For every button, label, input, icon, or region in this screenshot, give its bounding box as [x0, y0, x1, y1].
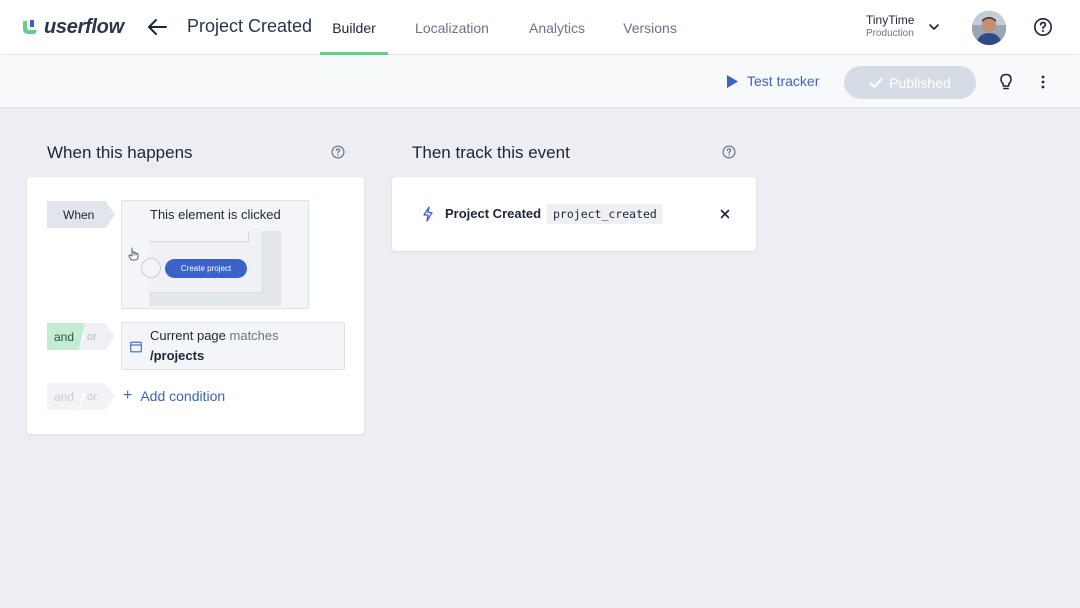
lightbulb-icon	[1000, 73, 1012, 90]
preview-create-project-button: Create project	[165, 259, 247, 278]
toolbar: Test tracker Published	[0, 55, 1080, 108]
remove-event-button[interactable]	[719, 207, 731, 219]
preview-strip	[149, 231, 249, 242]
top-bar: userflow Project Created Builder Localiz…	[0, 0, 1080, 55]
workspace-name: TinyTime	[866, 13, 915, 27]
condition-connector: or and	[47, 323, 115, 350]
event-section-title: Then track this event	[412, 143, 570, 162]
question-circle-icon	[1034, 18, 1052, 36]
lightning-bolt-icon	[422, 206, 434, 222]
tab-analytics[interactable]: Analytics	[520, 0, 594, 55]
condition-operator: matches	[229, 328, 279, 343]
add-condition-connector: or and	[47, 383, 115, 410]
play-icon	[727, 74, 738, 88]
published-label: Published	[889, 74, 951, 91]
condition-value: /projects	[150, 348, 205, 363]
tab-versions[interactable]: Versions	[616, 0, 684, 55]
preview-circle	[141, 258, 161, 278]
help-button[interactable]	[1033, 17, 1053, 37]
tips-button[interactable]	[998, 73, 1014, 91]
more-options-button[interactable]	[1037, 74, 1049, 90]
condition-description: Current page matches	[150, 328, 279, 343]
question-circle-icon	[722, 145, 736, 159]
question-circle-icon	[331, 145, 345, 159]
page-title: Project Created	[187, 16, 313, 36]
arrow-left-icon	[148, 19, 167, 35]
event-code: project_created	[547, 204, 663, 224]
element-preview: Create project	[128, 231, 281, 306]
pointer-hand-icon	[128, 247, 140, 261]
trigger-help-button[interactable]	[331, 145, 345, 159]
connector-and-option[interactable]: and	[47, 323, 85, 350]
trigger-section-title: When this happens	[47, 143, 193, 162]
browser-window-icon	[130, 340, 142, 353]
condition-current-page[interactable]: Current page matches /projects	[121, 322, 345, 370]
workspace-dropdown-button[interactable]	[928, 20, 940, 32]
add-connector-or-option: or	[79, 383, 115, 410]
userflow-logo[interactable]: userflow	[20, 15, 124, 39]
workspace-switcher[interactable]: TinyTime Production	[866, 14, 914, 40]
event-name: Project Created	[445, 206, 542, 221]
connector-or-option[interactable]: or	[79, 323, 115, 350]
chevron-down-icon	[929, 24, 939, 30]
event-help-button[interactable]	[722, 145, 736, 159]
user-avatar-icon	[972, 11, 1006, 45]
condition-subject: Current page	[150, 328, 226, 343]
tab-builder[interactable]: Builder	[320, 0, 388, 55]
when-tag: When	[47, 201, 115, 228]
check-icon	[869, 77, 883, 88]
workspace-environment: Production	[866, 28, 914, 39]
add-connector-and-option: and	[47, 383, 85, 410]
plus-icon: +	[123, 387, 133, 404]
test-tracker-button[interactable]: Test tracker	[726, 73, 819, 89]
add-condition-label: Add condition	[140, 388, 226, 404]
back-button[interactable]	[146, 14, 170, 40]
userflow-logo-icon	[20, 17, 40, 37]
published-button[interactable]: Published	[844, 66, 976, 99]
test-tracker-label: Test tracker	[747, 73, 820, 89]
avatar[interactable]	[972, 11, 1006, 45]
tab-localization[interactable]: Localization	[405, 0, 499, 55]
close-icon	[720, 209, 730, 219]
logo-text: userflow	[44, 15, 124, 38]
kebab-icon	[1041, 75, 1045, 89]
add-condition-button[interactable]: + Add condition	[123, 387, 226, 405]
trigger-element-clicked[interactable]: This element is clicked Create project	[121, 200, 309, 309]
trigger-title: This element is clicked	[150, 207, 281, 222]
